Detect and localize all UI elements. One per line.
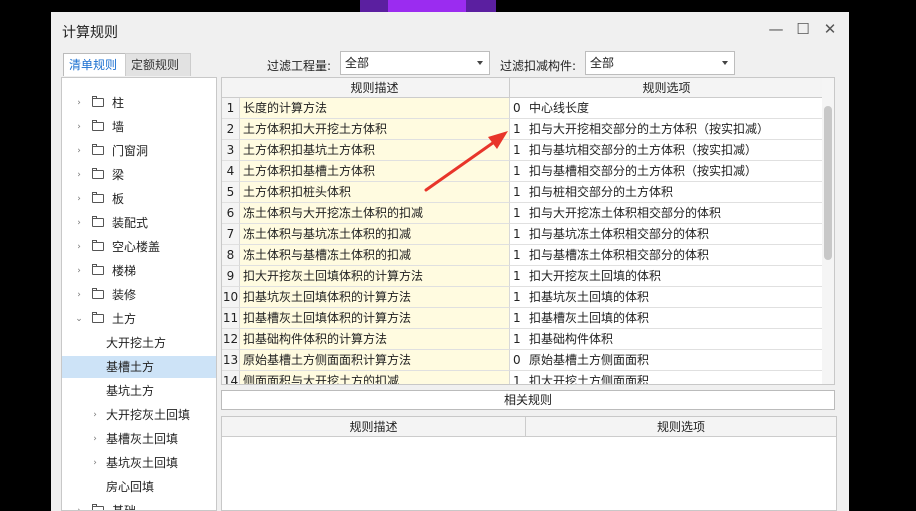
red-annotation-arrow [424, 131, 508, 192]
arrow-shaft [424, 138, 499, 192]
arrow-head [488, 131, 508, 149]
